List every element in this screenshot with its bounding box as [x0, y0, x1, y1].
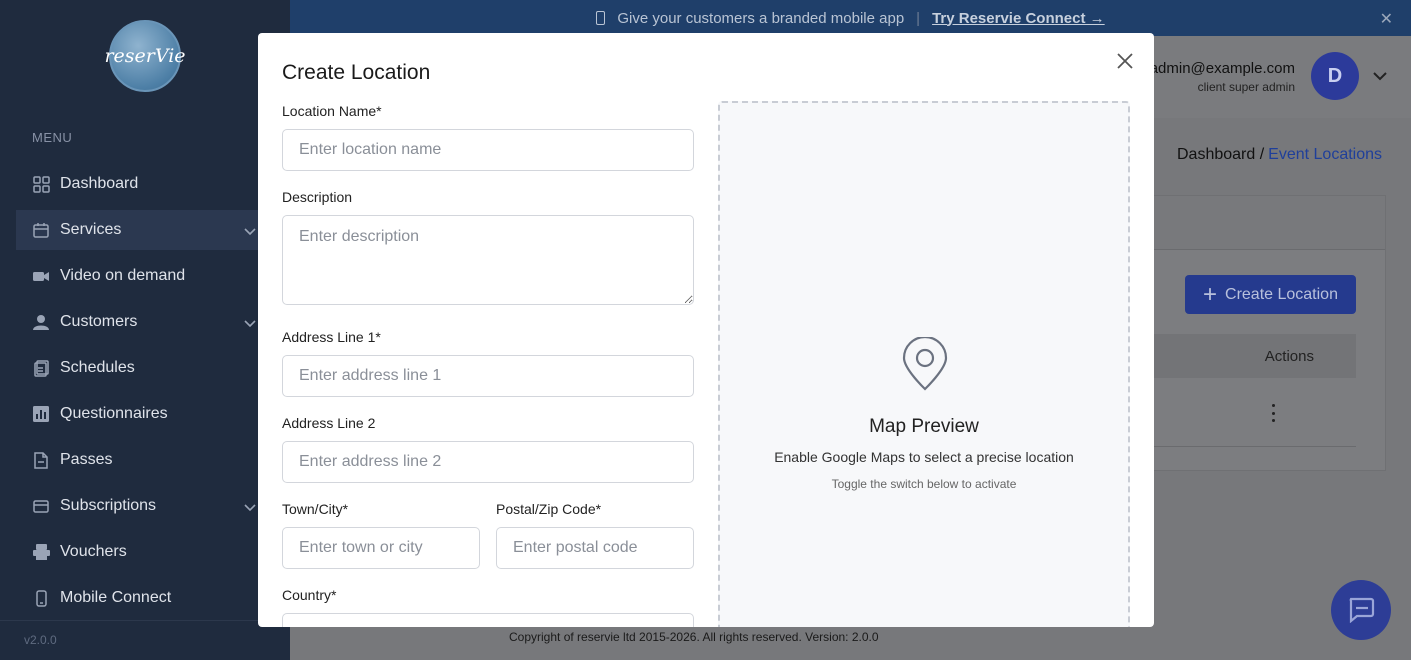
plus-icon: +: [1203, 280, 1218, 308]
sidebar-item-label: Vouchers: [60, 543, 127, 560]
sidebar-item-video-on-demand[interactable]: Video on demand: [16, 256, 274, 296]
logo-text: reserVie: [104, 45, 186, 67]
town-label: Town/City*: [282, 501, 349, 517]
sidebar-item-label: Schedules: [60, 359, 135, 376]
sidebar-item-services[interactable]: Services: [16, 210, 274, 250]
location-name-input[interactable]: [282, 129, 694, 171]
avatar[interactable]: D: [1311, 52, 1359, 100]
breadcrumb-parent[interactable]: Dashboard /: [1177, 146, 1264, 163]
reservie-logo[interactable]: reserVie: [104, 20, 186, 92]
chat-button[interactable]: [1331, 580, 1391, 640]
sidebar-item-questionnaires[interactable]: Questionnaires: [16, 394, 274, 434]
sidebar-item-label: Mobile Connect: [60, 589, 172, 606]
user-icon: [32, 313, 50, 331]
card-header: [1154, 196, 1385, 250]
map-pin-icon: [902, 337, 948, 391]
banner-separator: |: [916, 9, 921, 27]
grid-icon: [32, 175, 50, 193]
location-name-label: Location Name*: [282, 103, 382, 119]
sidebar-item-label: Questionnaires: [60, 405, 168, 422]
sidebar-item-label: Dashboard: [60, 175, 139, 192]
video-icon: [32, 267, 50, 285]
map-preview-subtitle: Enable Google Maps to select a precise l…: [774, 449, 1074, 465]
country-select[interactable]: [282, 613, 694, 627]
document-icon: [32, 451, 50, 469]
sidebar-item-schedules[interactable]: Schedules: [16, 348, 274, 388]
copyright-text: Copyright of reservie ltd 2015-2026. All…: [509, 630, 879, 644]
breadcrumb-current: Event Locations: [1268, 146, 1383, 163]
sidebar-item-subscriptions[interactable]: Subscriptions: [16, 486, 274, 526]
sidebar-item-mobile-connect[interactable]: Mobile Connect: [16, 578, 274, 618]
voucher-icon: [32, 543, 50, 561]
sidebar-item-label: Subscriptions: [60, 497, 157, 514]
user-email: admin@example.com: [1149, 60, 1295, 77]
banner-close-icon[interactable]: ✕: [1380, 9, 1393, 29]
version-label: v2.0.0: [24, 633, 57, 647]
sidebar-item-label: Passes: [60, 451, 113, 468]
description-label: Description: [282, 189, 353, 205]
address-line-1-label: Address Line 1*: [282, 329, 381, 345]
phone-icon: [32, 589, 50, 607]
address-line-2-label: Address Line 2: [282, 415, 376, 431]
modal-title: Create Location: [282, 61, 431, 84]
sidebar-item-label: Video on demand: [60, 267, 186, 284]
map-preview-title: Map Preview: [869, 416, 979, 437]
map-preview-hint: Toggle the switch below to activate: [831, 477, 1017, 491]
calendar-icon: [32, 221, 50, 239]
chevron-down-icon: [244, 499, 256, 517]
sidebar-item-vouchers[interactable]: Vouchers: [16, 532, 274, 572]
sidebar-item-customers[interactable]: Customers: [16, 302, 274, 342]
try-connect-link[interactable]: Try Reservie Connect →: [932, 10, 1105, 27]
address-line-1-input[interactable]: [282, 355, 694, 397]
chevron-down-icon[interactable]: [1373, 68, 1387, 86]
row-divider: [1153, 446, 1356, 447]
sidebar: reserVie MENU Dashboard Services Video o…: [0, 0, 290, 660]
sidebar-item-passes[interactable]: Passes: [16, 440, 274, 480]
card-icon: [32, 497, 50, 515]
actions-column-header: Actions: [1153, 334, 1356, 378]
phone-icon: [596, 11, 606, 25]
map-preview: Map Preview Enable Google Maps to select…: [718, 101, 1130, 627]
town-input[interactable]: [282, 527, 480, 569]
schedule-icon: [32, 359, 50, 377]
chat-icon: [1349, 597, 1375, 623]
create-location-label: Create Location: [1225, 285, 1338, 303]
locations-card: [1153, 195, 1386, 471]
sidebar-item-label: Services: [60, 221, 122, 238]
breadcrumb: Dashboard / Event Locations: [1177, 146, 1382, 164]
postal-code-label: Postal/Zip Code*: [496, 501, 602, 517]
postal-code-input[interactable]: [496, 527, 694, 569]
user-role: client super admin: [1197, 80, 1295, 94]
banner-text: Give your customers a branded mobile app: [617, 9, 905, 27]
menu-label: MENU: [32, 130, 73, 145]
chevron-down-icon: [244, 315, 256, 333]
address-line-2-input[interactable]: [282, 441, 694, 483]
create-location-modal: Create Location Location Name* Descripti…: [258, 33, 1154, 627]
create-location-button[interactable]: + Create Location: [1185, 275, 1356, 314]
promo-banner: Give your customers a branded mobile app…: [290, 0, 1411, 36]
sidebar-item-dashboard[interactable]: Dashboard: [16, 164, 274, 204]
more-options-icon[interactable]: [1268, 404, 1278, 422]
chart-icon: [32, 405, 50, 423]
country-label: Country*: [282, 587, 337, 603]
description-textarea[interactable]: [282, 215, 694, 305]
chevron-down-icon: [244, 223, 256, 241]
sidebar-item-label: Customers: [60, 313, 138, 330]
close-icon[interactable]: [1116, 52, 1134, 70]
